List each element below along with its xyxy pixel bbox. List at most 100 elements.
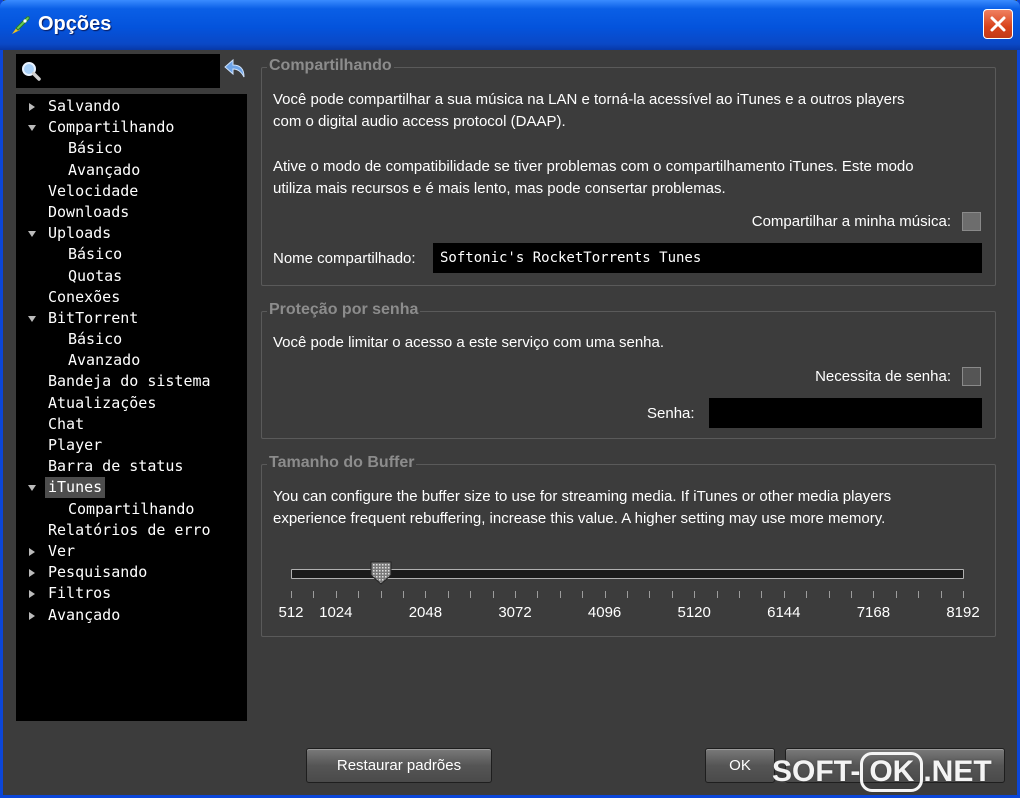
slider-tick (313, 591, 315, 598)
tree-item-label: Básico (68, 245, 123, 264)
tree-item-label: Básico (68, 139, 123, 158)
chevron-down-icon[interactable] (27, 229, 37, 239)
restore-defaults-button[interactable]: Restaurar padrões (306, 748, 492, 783)
share-name-field[interactable]: Softonic's RocketTorrents Tunes (433, 243, 982, 273)
watermark-ok: OK (860, 752, 924, 792)
slider-tick (963, 591, 964, 598)
tree-item-label: Bandeja do sistema (48, 372, 211, 391)
close-icon (990, 16, 1006, 32)
ok-button[interactable]: OK (705, 748, 775, 783)
slider-tick (447, 591, 449, 598)
sharing-desc-line: Ative o modo de compatibilidade se tiver… (273, 158, 914, 175)
tree-item[interactable]: Barra de status (16, 456, 247, 477)
chevron-right-icon[interactable] (27, 611, 37, 621)
tree-item[interactable]: Básico (16, 329, 247, 350)
slider-tick (739, 591, 740, 598)
slider-tick-label: 7168 (856, 604, 891, 621)
slider-tick (694, 591, 696, 598)
slider-tick (425, 591, 427, 598)
require-password-checkbox[interactable] (962, 367, 981, 386)
chevron-right-icon[interactable] (27, 568, 37, 578)
tree-item[interactable]: Uploads (16, 223, 247, 244)
tree-item-label: Filtros (48, 584, 112, 603)
chevron-right-icon[interactable] (27, 102, 37, 112)
sharing-group: Compartilhando Você pode compartilhar a … (261, 57, 996, 286)
slider-tick (291, 591, 292, 598)
require-password-label: Necessita de senha: (815, 368, 951, 385)
tree-item-label: Barra de status (48, 457, 184, 476)
slider-tick (918, 591, 920, 598)
chevron-down-icon[interactable] (27, 123, 37, 133)
slider-tick (716, 591, 718, 598)
tree-item[interactable]: Chat (16, 414, 247, 435)
options-window: Opções Salvando Compartilhando Básico Avanç… (0, 0, 1020, 798)
tree-item-label: Avançado (68, 160, 141, 179)
slider-tick-label: 3072 (498, 604, 532, 621)
slider-tick-label: 2048 (408, 604, 443, 621)
window-title: Opções (38, 13, 112, 35)
slider-tick (492, 591, 494, 598)
tree-item-label: Conexões (48, 287, 121, 306)
tree-item[interactable]: Compartilhando (16, 499, 247, 520)
slider-tick (873, 591, 875, 598)
chevron-down-icon[interactable] (27, 314, 37, 324)
tree-item[interactable]: Básico (16, 244, 247, 265)
slider-tick-label: 512 (278, 604, 304, 621)
chevron-right-icon[interactable] (27, 589, 37, 599)
buffer-slider-thumb[interactable] (370, 561, 392, 585)
password-field[interactable] (709, 398, 982, 428)
tree-item[interactable]: Compartilhando (16, 117, 247, 138)
slider-tick-label: 5120 (677, 604, 711, 621)
tree-item[interactable]: iTunes (16, 477, 247, 499)
tree-item-label: Chat (48, 414, 85, 433)
back-arrow-icon[interactable] (222, 58, 248, 80)
slider-tick-label: 1024 (319, 604, 353, 621)
tree-item[interactable]: Downloads (16, 202, 247, 223)
sharing-description-1: Você pode compartilhar a sua música na L… (273, 89, 904, 133)
options-tree[interactable]: Salvando Compartilhando Básico Avançado Velo… (16, 94, 247, 721)
watermark-logo: SOFT- OK .NET (772, 752, 992, 792)
share-music-checkbox[interactable] (962, 212, 981, 231)
slider-tick (335, 591, 337, 598)
slider-tick (761, 591, 763, 598)
slider-tick (627, 591, 628, 598)
slider-tick (358, 591, 360, 598)
watermark-right: .NET (923, 755, 992, 788)
tree-item[interactable]: Avanzado (16, 350, 247, 371)
tree-item[interactable]: Velocidade (16, 181, 247, 202)
chevron-right-icon[interactable] (27, 547, 37, 557)
tree-item-label: Downloads (48, 202, 130, 221)
chevron-down-icon[interactable] (27, 483, 37, 493)
tree-item[interactable]: Atualizações (16, 393, 247, 414)
tree-item[interactable]: Conexões (16, 287, 247, 308)
close-button[interactable] (983, 9, 1013, 39)
slider-tick (559, 591, 561, 598)
slider-tick-label: 4096 (587, 604, 622, 621)
tree-item[interactable]: Básico (16, 138, 247, 159)
tree-item[interactable]: Player (16, 435, 247, 456)
tree-item[interactable]: Bandeja do sistema (16, 371, 247, 392)
buffer-slider-track[interactable] (291, 569, 964, 579)
buffer-desc-line: experience frequent rebuffering, increas… (273, 510, 886, 527)
password-title: Proteção por senha (267, 301, 421, 319)
password-group: Proteção por senha Você pode limitar o a… (261, 301, 996, 439)
title-bar[interactable]: Opções (0, 0, 1020, 50)
tree-item[interactable]: Avançado (16, 605, 247, 626)
tree-item[interactable]: Ver (16, 541, 247, 562)
tree-item[interactable]: Filtros (16, 583, 247, 604)
slider-tick (783, 591, 785, 598)
tree-item[interactable]: Quotas (16, 266, 247, 287)
tree-item[interactable]: Relatórios de erro (16, 520, 247, 541)
tree-item[interactable]: BitTorrent (16, 308, 247, 329)
password-label: Senha: (647, 405, 695, 422)
tree-item-label: Básico (68, 330, 123, 349)
sharing-description-2: Ative o modo de compatibilidade se tiver… (273, 156, 914, 200)
tree-item[interactable]: Salvando (16, 96, 247, 117)
tree-item[interactable]: Avançado (16, 160, 247, 181)
slider-tick (380, 591, 382, 598)
slider-tick (403, 591, 404, 598)
search-input[interactable] (46, 58, 216, 84)
tree-item[interactable]: Pesquisando (16, 562, 247, 583)
tree-item-label: BitTorrent (48, 308, 139, 327)
slider-tick (537, 591, 539, 598)
